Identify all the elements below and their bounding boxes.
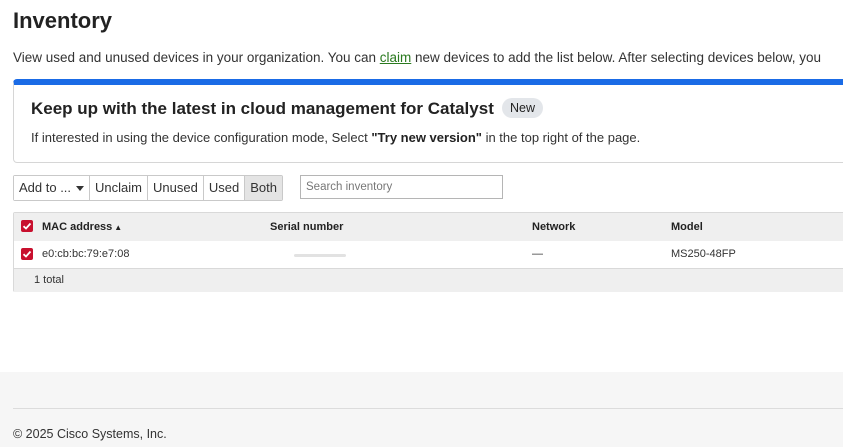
catalyst-banner: Keep up with the latest in cloud managem… [13,79,843,163]
page-footer: © 2025 Cisco Systems, Inc. [0,372,843,447]
inventory-table: MAC address ▲ Serial number Network Model… [13,212,843,292]
banner-text-end: in the top right of the page. [481,130,641,145]
checkmark-icon [22,250,32,258]
copyright-text: © 2025 Cisco Systems, Inc. [13,427,167,441]
cell-model: MS250-48FP [671,248,736,260]
intro-text: View used and unused devices in your org… [13,50,821,65]
filter-used-button[interactable]: Used [203,176,246,200]
inventory-toolbar: Add to ... Unclaim Unused Used Both [13,175,283,201]
intro-text-end: new devices to add the list below. After… [411,50,822,65]
page-title: Inventory [13,8,113,33]
banner-text: If interested in using the device config… [31,130,640,145]
filter-both-button[interactable]: Both [245,176,282,200]
banner-text-bold: "Try new version" [371,130,482,145]
new-badge: New [502,98,544,118]
column-header-mac[interactable]: MAC address ▲ [42,221,122,233]
column-header-serial[interactable]: Serial number [270,221,343,233]
sort-ascending-icon: ▲ [114,223,123,232]
cell-mac[interactable]: e0:cb:bc:79:e7:08 [42,248,129,260]
redacted-serial [294,254,346,257]
total-count: 1 total [34,274,64,286]
banner-text-start: If interested in using the device config… [31,130,372,145]
footer-divider [13,408,843,409]
banner-title: Keep up with the latest in cloud managem… [31,99,494,118]
chevron-down-icon [76,185,85,191]
row-checkbox[interactable] [21,248,33,260]
column-header-network[interactable]: Network [532,221,575,233]
cell-network: — [532,248,543,260]
column-header-mac-label: MAC address [42,221,113,233]
add-to-label: Add to ... [19,180,72,195]
filter-unused-button[interactable]: Unused [148,176,204,200]
intro-text-start: View used and unused devices in your org… [13,50,380,65]
select-all-checkbox[interactable] [21,220,33,232]
table-footer: 1 total [14,269,843,292]
add-to-dropdown[interactable]: Add to ... [14,176,91,200]
table-header: MAC address ▲ Serial number Network Model [14,213,843,242]
claim-link[interactable]: claim [380,50,412,65]
checkmark-icon [22,222,32,230]
search-input[interactable] [300,175,503,199]
table-row[interactable]: e0:cb:bc:79:e7:08 — MS250-48FP [14,241,843,269]
unclaim-button[interactable]: Unclaim [90,176,149,200]
column-header-model[interactable]: Model [671,221,703,233]
